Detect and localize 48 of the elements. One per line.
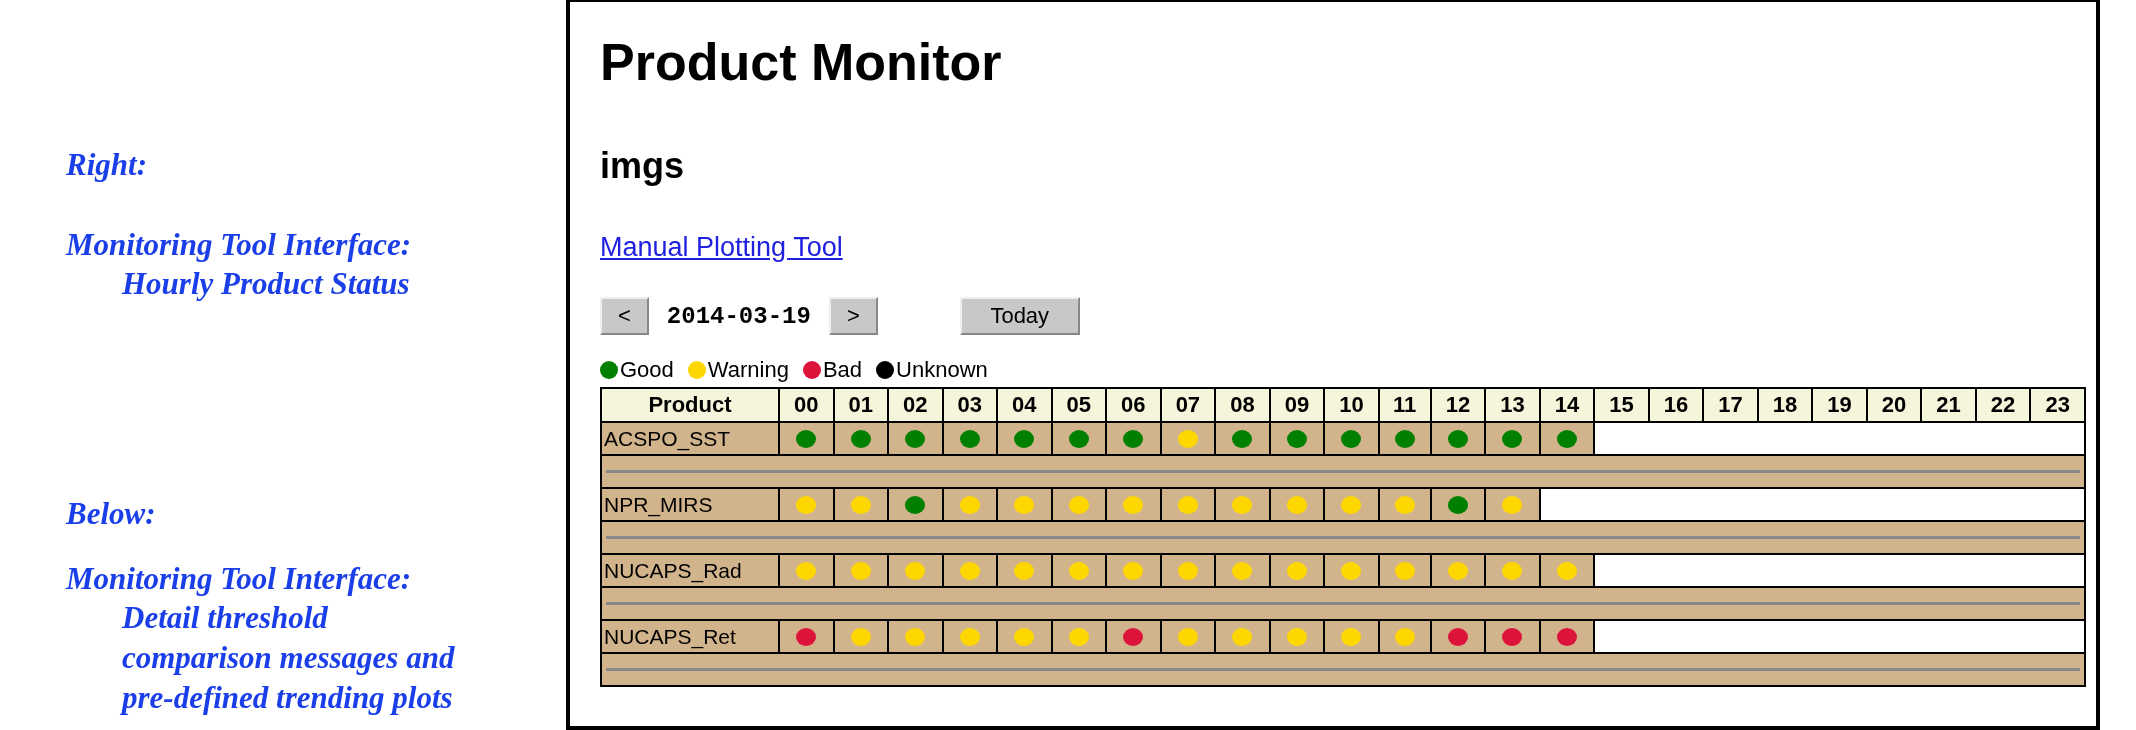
product-cell: NPR_MIRS (601, 488, 779, 521)
note-text: comparison messages and (121, 639, 456, 677)
column-header: 09 (1269, 388, 1325, 422)
product-cell: NUCAPS_Rad (601, 554, 779, 587)
column-header: 13 (1485, 388, 1540, 422)
today-button[interactable]: Today (959, 297, 1080, 335)
column-header: 01 (833, 388, 889, 422)
page-subtitle: imgs (600, 146, 686, 186)
plotting-tool-link[interactable]: Manual Plotting Tool (600, 232, 843, 262)
note-text: pre-defined trending plots (119, 679, 454, 717)
column-header: 07 (1160, 388, 1216, 422)
column-header: 14 (1539, 388, 1595, 422)
column-header: 03 (942, 388, 998, 422)
column-header: 05 (1051, 388, 1107, 422)
column-header: 12 (1430, 388, 1486, 422)
column-header: 04 (997, 388, 1052, 422)
legend-label: Bad (822, 357, 863, 383)
product-cell: NUCAPS_Ret (601, 620, 779, 653)
column-header: 19 (1812, 388, 1867, 422)
column-header: 18 (1757, 388, 1813, 422)
note-text: Monitoring Tool Interface: (66, 560, 413, 598)
column-header: 23 (2030, 388, 2085, 422)
column-header: 02 (888, 388, 943, 422)
column-header: 11 (1378, 388, 1431, 422)
note-text: Hourly Product Status (121, 265, 411, 303)
legend-label: Unknown (896, 357, 988, 383)
legend-label: Warning (707, 357, 789, 383)
column-header: 21 (1921, 388, 1976, 422)
page-title: Product Monitor (600, 34, 1003, 90)
column-header: 15 (1594, 388, 1649, 422)
next-day-button[interactable]: > (828, 297, 878, 335)
product-cell: ACSPO_SST (601, 422, 779, 455)
previous-day-button[interactable]: < (600, 297, 649, 335)
date-label: 2014-03-19 (665, 302, 812, 330)
column-header: 08 (1215, 388, 1270, 422)
column-header: 00 (779, 388, 834, 422)
note-text: Detail threshold (121, 599, 329, 637)
column-header: Product (601, 388, 779, 422)
note-text: Monitoring Tool Interface: (66, 226, 413, 264)
column-header: 06 (1106, 388, 1161, 422)
column-header: 10 (1324, 388, 1379, 422)
column-header: 16 (1648, 388, 1704, 422)
note-label: Below: (66, 495, 157, 533)
column-header: 22 (1975, 388, 2031, 422)
column-header: 20 (1866, 388, 1922, 422)
legend-label: Good (620, 357, 674, 383)
column-header: 17 (1703, 388, 1758, 422)
note-label: Right: (66, 146, 148, 184)
